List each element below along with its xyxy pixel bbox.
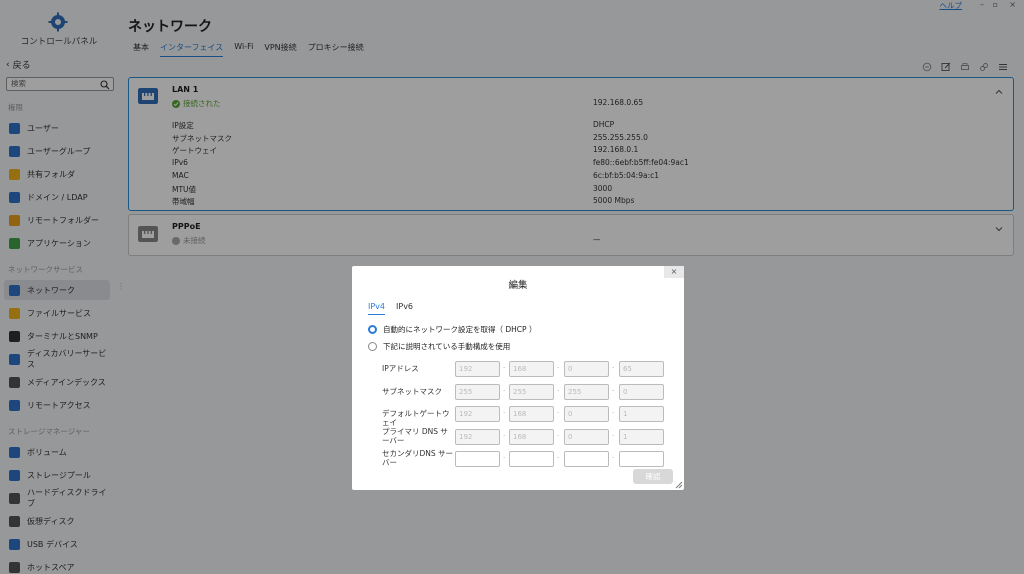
ip-octet-input[interactable] — [455, 451, 500, 467]
dialog-tab-ipv4[interactable]: IPv4 — [368, 302, 386, 315]
octet-separator: · — [612, 409, 615, 417]
ip-octet-input[interactable]: 0 — [619, 383, 664, 400]
field-label: IPアドレス — [382, 364, 419, 373]
field-label: サブネットマスク — [382, 386, 442, 396]
ip-octet-input[interactable]: 1 — [619, 428, 664, 445]
ip-octet-input[interactable]: 192 — [455, 361, 500, 377]
radio-dhcp-label: 自動的にネットワーク設定を取得（ DHCP ） — [383, 325, 537, 334]
octet-separator: · — [503, 454, 506, 462]
ip-octet-input[interactable]: 255 — [455, 383, 500, 400]
octet-separator: · — [612, 364, 615, 372]
ip-octet-input[interactable]: 168 — [509, 428, 554, 445]
octet-separator: · — [557, 364, 560, 372]
octet-separator: · — [557, 386, 560, 395]
ip-octet-input[interactable] — [564, 451, 609, 467]
radio-manual-button[interactable] — [368, 342, 377, 351]
ip-octet-input[interactable]: 255 — [509, 383, 554, 400]
dialog-tabs: IPv4 IPv6 — [368, 302, 413, 315]
ip-octet-input[interactable] — [619, 451, 664, 467]
ip-octet-input[interactable]: 255 — [564, 383, 609, 400]
field-label: セカンダリDNS サーバー — [382, 449, 454, 467]
ip-octet-input[interactable]: 168 — [509, 361, 554, 377]
ip-octet-input[interactable] — [509, 451, 554, 467]
ip-octet-input[interactable]: 192 — [455, 428, 500, 445]
ip-octet-input[interactable]: 0 — [564, 428, 609, 445]
ip-octet-input[interactable]: 168 — [509, 406, 554, 422]
octet-separator: · — [503, 431, 506, 440]
radio-manual[interactable]: 下記に説明されている手動構成を使用 — [368, 341, 510, 352]
radio-dhcp[interactable]: 自動的にネットワーク設定を取得（ DHCP ） — [368, 324, 536, 335]
octet-separator: · — [503, 409, 506, 417]
dialog-title: 編集 — [508, 280, 528, 291]
dialog-tab-ipv6[interactable]: IPv6 — [396, 302, 413, 315]
field-label: プライマリ DNS サーバー — [382, 426, 448, 445]
close-icon[interactable]: × — [664, 266, 684, 278]
edit-dialog: 編集 × IPv4 IPv6 自動的にネットワーク設定を取得（ DHCP ） 下記… — [352, 266, 684, 490]
octet-separator: · — [557, 409, 560, 417]
octet-separator: · — [612, 454, 615, 462]
octet-separator: · — [503, 386, 506, 395]
octet-separator: · — [612, 386, 615, 395]
ip-octet-input[interactable]: 0 — [564, 361, 609, 377]
ip-octet-input[interactable]: 65 — [619, 361, 664, 377]
field-label: デフォルトゲートウェイ — [382, 409, 450, 427]
ip-octet-input[interactable]: 192 — [455, 406, 500, 422]
octet-separator: · — [557, 431, 560, 440]
octet-separator: · — [612, 431, 615, 440]
ip-octet-input[interactable]: 1 — [619, 406, 664, 422]
confirm-button[interactable]: 確認 — [633, 469, 673, 484]
ip-octet-input[interactable]: 0 — [564, 406, 609, 422]
resize-grip-icon[interactable] — [675, 481, 683, 489]
octet-separator: · — [503, 364, 506, 372]
radio-dhcp-button[interactable] — [368, 325, 377, 334]
radio-manual-label: 下記に説明されている手動構成を使用 — [383, 342, 511, 351]
octet-separator: · — [557, 454, 560, 462]
